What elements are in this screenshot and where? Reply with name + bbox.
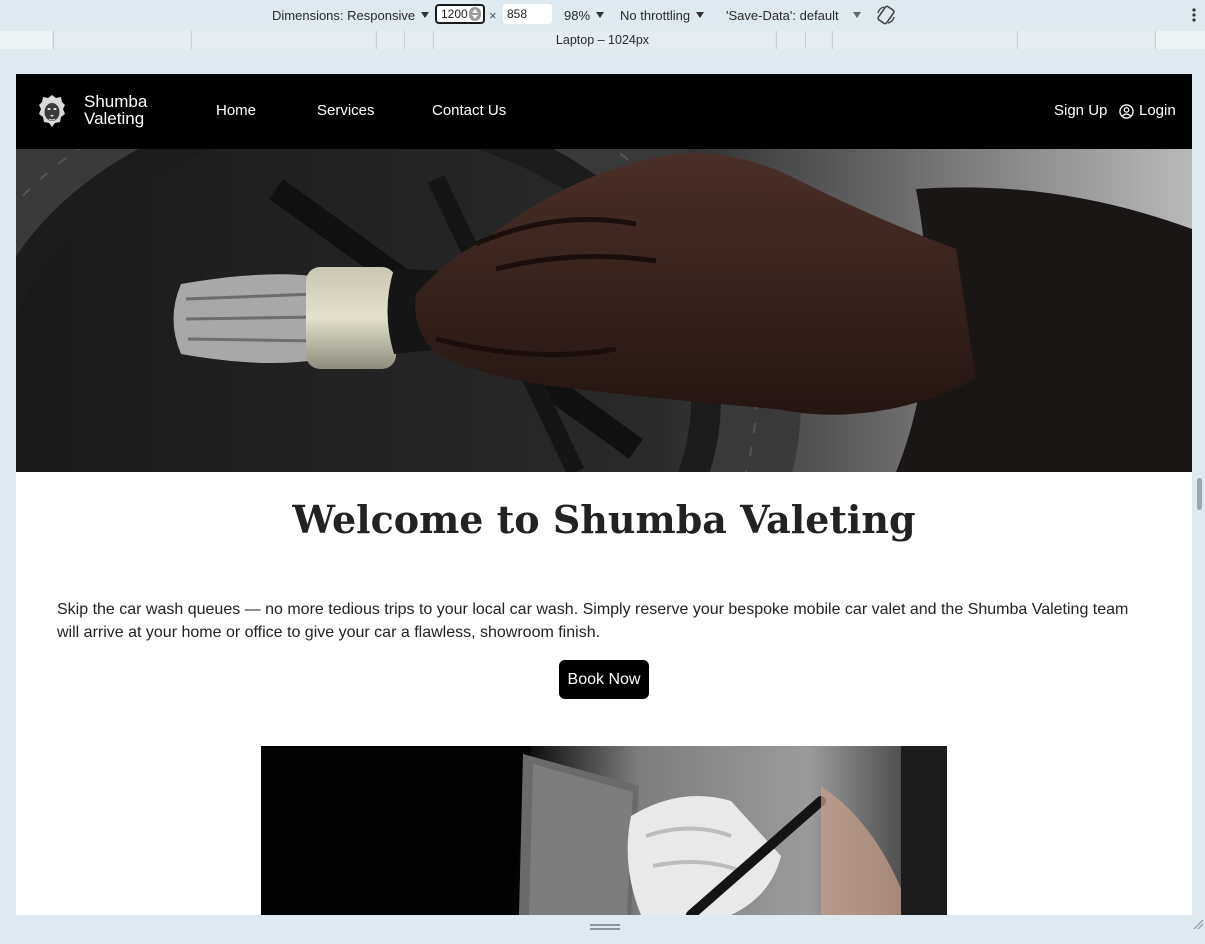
nav-services-link[interactable]: Services [317, 101, 375, 121]
login-link[interactable]: Login [1119, 101, 1176, 121]
devtools-device-toolbar: Dimensions: Responsive 1200 × 858 98% No… [0, 0, 1205, 30]
site-navbar: Shumba Valeting Home Services Contact Us… [16, 74, 1192, 149]
device-preset-label: Laptop – 1024px [555, 33, 650, 47]
book-now-button[interactable]: Book Now [559, 660, 649, 699]
dimensions-label: Dimensions: Responsive [272, 7, 416, 23]
media-query-ruler: Laptop – 1024px [0, 30, 1205, 50]
user-circle-icon [1119, 103, 1134, 119]
secondary-image [261, 746, 947, 915]
resize-handle-icon[interactable] [590, 924, 620, 930]
chevron-down-icon [852, 12, 861, 18]
brand-name[interactable]: Shumba Valeting [84, 93, 174, 127]
throttling-value: No throttling [620, 7, 691, 23]
more-vert-icon [1192, 8, 1196, 22]
zoom-dropdown[interactable]: 98% [564, 0, 605, 30]
gloved-hand-image [261, 746, 947, 915]
brand-line-1: Shumba [84, 92, 148, 111]
chevron-down-icon [421, 12, 430, 18]
lion-logo-icon[interactable] [38, 94, 66, 128]
throttling-dropdown[interactable]: No throttling [620, 0, 705, 30]
save-data-dropdown[interactable]: 'Save-Data': default [726, 0, 861, 30]
save-data-value: 'Save-Data': default [726, 7, 839, 23]
zoom-value: 98% [564, 7, 591, 23]
times-sign: × [489, 7, 497, 23]
hero-detailing-brush-image [16, 149, 1192, 472]
spinner-icon[interactable] [469, 7, 481, 21]
brand-line-2: Valeting [84, 109, 145, 128]
resize-corner-icon[interactable] [1192, 918, 1204, 930]
intro-paragraph: Skip the car wash queues — no more tedio… [57, 601, 1129, 641]
login-label: Login [1139, 102, 1176, 119]
vertical-scrollbar-thumb[interactable] [1197, 478, 1202, 510]
chevron-down-icon [696, 12, 705, 18]
width-input[interactable]: 1200 [435, 4, 485, 24]
rotate-icon [877, 5, 895, 25]
nav-contact-link[interactable]: Contact Us [432, 101, 506, 121]
more-options-button[interactable] [1191, 0, 1197, 30]
hero-image [16, 149, 1192, 472]
height-value: 858 [507, 7, 528, 21]
signup-link[interactable]: Sign Up [1054, 101, 1107, 121]
emulated-viewport: Shumba Valeting Home Services Contact Us… [16, 74, 1192, 915]
dimensions-dropdown[interactable]: Dimensions: Responsive [272, 0, 430, 30]
rotate-button[interactable] [875, 0, 897, 30]
welcome-heading: Welcome to Shumba Valeting [292, 497, 916, 542]
width-value: 1200 [441, 7, 468, 21]
signup-label: Sign Up [1054, 102, 1108, 119]
chevron-down-icon [596, 12, 605, 18]
nav-home-link[interactable]: Home [216, 101, 256, 121]
height-input[interactable]: 858 [503, 4, 552, 24]
